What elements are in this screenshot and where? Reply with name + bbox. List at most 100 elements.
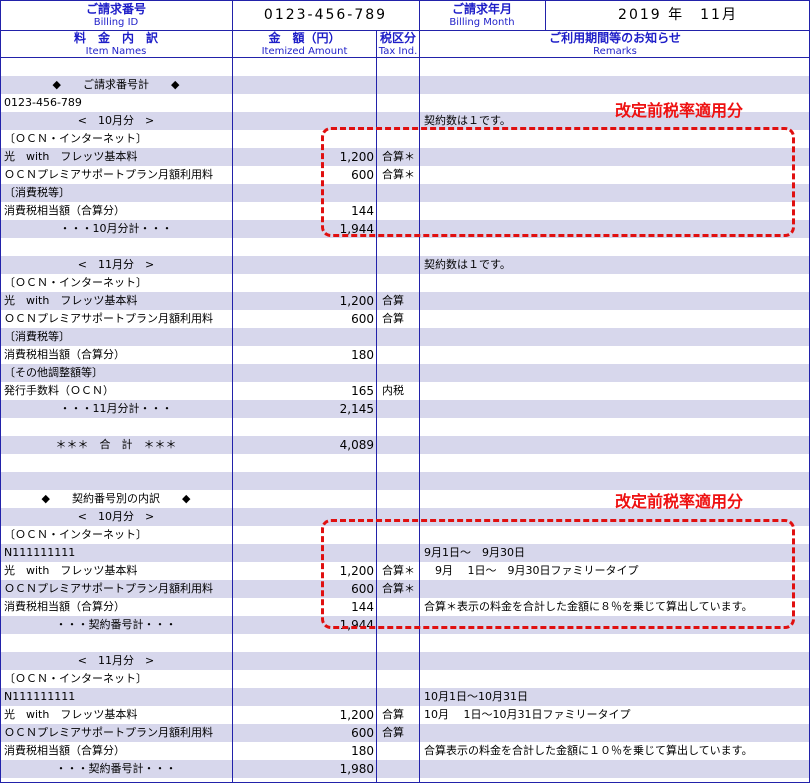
table-row: ・・・契約番号計・・・ 1,980 [0, 760, 810, 778]
item-name: 0123-456-789 [4, 96, 82, 109]
item-name: 光 with フレッツ基本料 [4, 564, 138, 577]
item-name: ＯＣＮプレミアサポートプラン月額利用料 [4, 168, 213, 181]
item-name: 〔その他調整額等〕 [4, 366, 103, 379]
table-row: ◆ ご請求番号計 ◆ [0, 76, 810, 94]
item-name: ・・・11月分計・・・ [59, 402, 173, 415]
tax-indicator: 合算 [382, 312, 404, 325]
table-row: 〔ＯＣＮ・インターネット〕 [0, 670, 810, 688]
item-name: ＊＊＊ 合 計 ＊＊＊ [55, 438, 177, 451]
item-name: < 10月分 > [77, 114, 155, 127]
item-name: 光 with フレッツ基本料 [4, 294, 138, 307]
item-amount [234, 274, 374, 292]
item-amount [234, 256, 374, 274]
item-name: 〔ＯＣＮ・インターネット〕 [4, 276, 147, 289]
table-row: < 11月分 > [0, 652, 810, 670]
item-name: 〔消費税等〕 [4, 330, 70, 343]
remarks-text: 10月 1日～10月31日ファミリータイプ [424, 708, 631, 721]
column-header-jp: 金 額（円） [268, 31, 341, 45]
item-amount [234, 94, 374, 112]
billing-month-label-en: Billing Month [449, 17, 515, 28]
table-row: ・・・11月分計・・・ 2,145 [0, 400, 810, 418]
table-row: 光 with フレッツ基本料 1,200 合算 10月 1日～10月31日ファミリータ… [0, 706, 810, 724]
item-amount [234, 454, 374, 472]
table-row: 消費税相当額（合算分） 180 [0, 346, 810, 364]
remarks-text: 10月1日～10月31日 [424, 690, 528, 703]
column-header-remarks: ご利用期間等のお知らせ Remarks [420, 31, 810, 58]
item-amount [234, 238, 374, 256]
grid-line [419, 0, 420, 783]
grid-line [0, 30, 810, 31]
item-amount [234, 364, 374, 382]
billing-id-label: ご請求番号 Billing ID [0, 2, 232, 29]
item-amount: 4,089 [339, 438, 374, 452]
item-name: ◆ 契約番号別の内訳 ◆ [41, 492, 191, 505]
table-row: 〔消費税等〕 [0, 328, 810, 346]
table-row [0, 634, 810, 652]
tax-indicator: 内税 [382, 384, 404, 397]
item-amount [234, 58, 374, 76]
item-name: ＯＣＮプレミアサポートプラン月額利用料 [4, 582, 213, 595]
tax-rate-annotation-1: 改定前税率適用分 [615, 101, 744, 120]
item-name: 消費税相当額（合算分） [4, 348, 125, 361]
item-amount: 600 [351, 312, 374, 326]
item-name: 光 with フレッツ基本料 [4, 708, 138, 721]
highlight-box-2 [321, 519, 795, 629]
item-amount: 1,980 [339, 762, 374, 776]
column-header-item-names: 料 金 内 訳 Item Names [0, 31, 232, 58]
item-name: 〔消費税等〕 [4, 186, 70, 199]
item-name: ＯＣＮプレミアサポートプラン月額利用料 [4, 312, 213, 325]
item-amount [234, 634, 374, 652]
grid-line [545, 0, 546, 30]
item-name: ＯＣＮプレミアサポートプラン月額利用料 [4, 726, 213, 739]
billing-month-label: ご請求年月 Billing Month [419, 2, 545, 29]
item-name: 消費税相当額（合算分） [4, 204, 125, 217]
tax-rate-annotation-2: 改定前税率適用分 [615, 492, 744, 511]
table-row: ＯＣＮプレミアサポートプラン月額利用料 600 合算 [0, 724, 810, 742]
tax-indicator: 合算 [382, 294, 404, 307]
table-row: 発行手数料（ＯＣＮ） 165 内税 [0, 382, 810, 400]
item-amount: 180 [351, 744, 374, 758]
billing-month-value: 2019 年 11月 [618, 7, 738, 23]
table-row: N111111111 10月1日～10月31日 [0, 688, 810, 706]
item-amount [234, 652, 374, 670]
item-name: N111111111 [4, 690, 76, 703]
item-amount: 165 [351, 384, 374, 398]
item-amount [234, 472, 374, 490]
item-amount [234, 670, 374, 688]
highlight-box-1 [321, 127, 795, 237]
grid-line [0, 57, 810, 58]
item-amount: 180 [351, 348, 374, 362]
column-header-jp: 税区分 [379, 31, 416, 45]
billing-id-label-jp: ご請求番号 [85, 2, 146, 16]
item-name: < 11月分 > [77, 654, 155, 667]
column-header-amount: 金 額（円） Itemized Amount [233, 31, 376, 58]
item-name: 消費税相当額（合算分） [4, 744, 125, 757]
table-row [0, 238, 810, 256]
grid-line [0, 0, 810, 1]
table-row: 光 with フレッツ基本料 1,200 合算 [0, 292, 810, 310]
item-name: ・・・契約番号計・・・ [55, 618, 177, 631]
item-amount [234, 418, 374, 436]
remarks-text: 合算表示の料金を合計した金額に１０％を乗じて算出しています。 [424, 744, 753, 757]
column-header-tax: 税区分 Tax Ind. [377, 31, 419, 58]
item-amount [234, 76, 374, 94]
item-name: 〔ＯＣＮ・インターネット〕 [4, 132, 147, 145]
item-amount [234, 490, 374, 508]
grid-line [0, 0, 1, 783]
item-name: ・・・10月分計・・・ [59, 222, 173, 235]
item-name: ◆ ご請求番号計 ◆ [52, 78, 180, 91]
table-row: ＯＣＮプレミアサポートプラン月額利用料 600 合算 [0, 310, 810, 328]
item-name: ・・・契約番号計・・・ [55, 762, 177, 775]
item-amount: 600 [351, 726, 374, 740]
billing-id-label-en: Billing ID [93, 17, 139, 28]
billing-month-label-jp: ご請求年月 [451, 2, 512, 16]
column-header-jp: ご利用期間等のお知らせ [549, 31, 681, 45]
remarks-text: 契約数は１です。 [424, 258, 511, 271]
table-row: 〔ＯＣＮ・インターネット〕 [0, 274, 810, 292]
item-amount: 1,200 [339, 708, 374, 722]
column-header-jp: 料 金 内 訳 [73, 31, 158, 45]
table-row [0, 454, 810, 472]
item-name: 消費税相当額（合算分） [4, 600, 125, 613]
tax-indicator: 合算 [382, 708, 404, 721]
item-name: N111111111 [4, 546, 76, 559]
